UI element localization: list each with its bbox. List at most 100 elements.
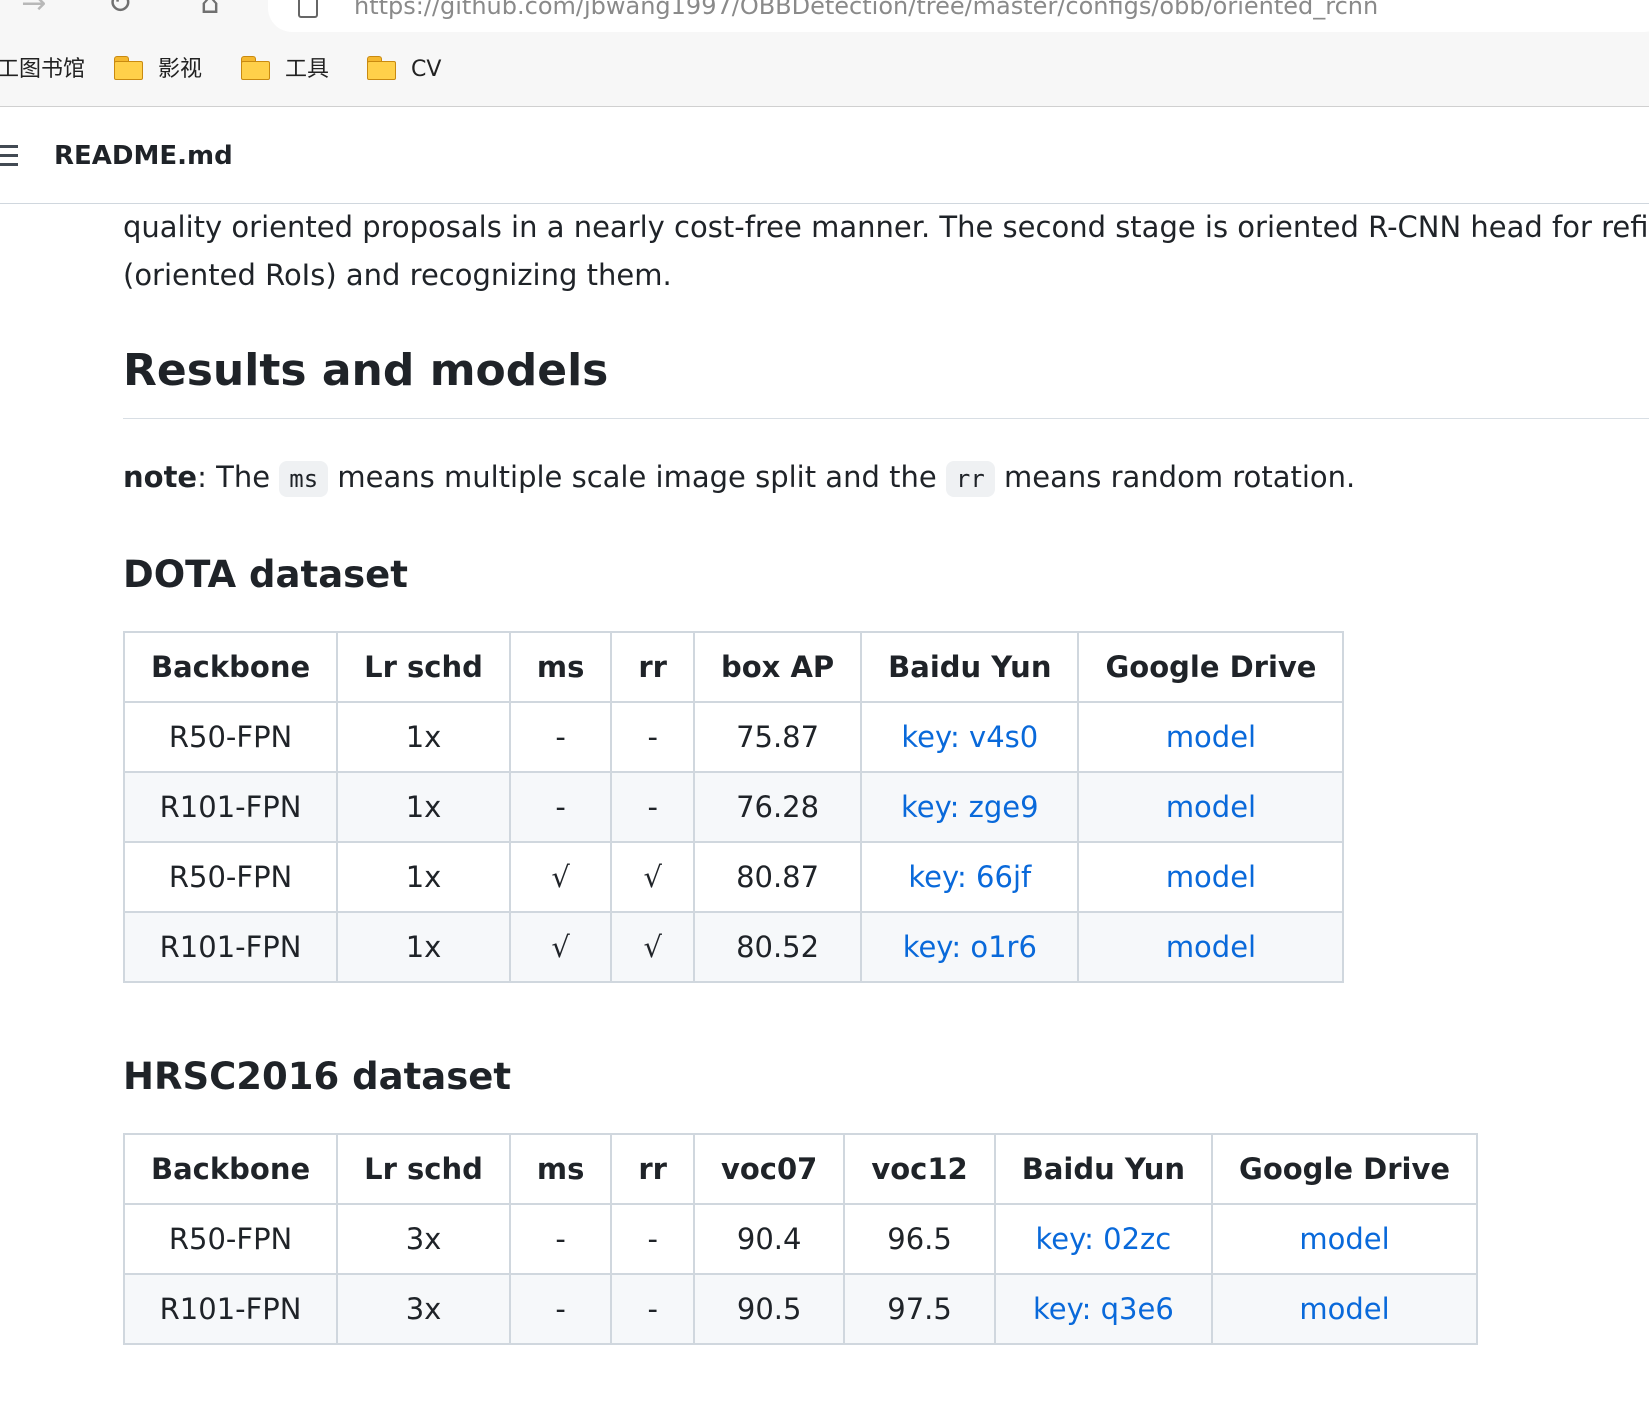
table-cell: key: v4s0 — [860, 701, 1080, 773]
column-header: Backbone — [122, 1133, 339, 1205]
hrsc-results-table: Backbone Lr schd ms rr voc07 voc12 Baidu Yun Go… — [122, 1133, 1479, 1345]
table-cell: R101-FPN — [122, 1273, 339, 1345]
folder-icon — [367, 56, 397, 80]
baidu-yun-link[interactable]: key: 66jf — [908, 860, 1031, 894]
column-header: rr — [610, 631, 695, 703]
table-cell: key: 02zc — [993, 1203, 1214, 1275]
table-header-row: Backbone Lr schd ms rr voc07 voc12 Baidu Yun Go… — [122, 1133, 1479, 1205]
google-drive-model-link[interactable]: model — [1166, 790, 1256, 824]
forward-arrow-icon[interactable]: → — [16, 0, 52, 22]
table-cell: √ — [508, 911, 613, 983]
table-cell: - — [508, 771, 613, 843]
table-cell: 90.5 — [692, 1273, 846, 1345]
table-row: R101-FPN 1x √ √ 80.52 key: o1r6 model — [122, 911, 1345, 983]
folder-icon — [114, 56, 144, 80]
inline-code-ms: ms — [279, 461, 329, 497]
table-cell: model — [1077, 771, 1345, 843]
browser-toolbar: → ↻ ⌂ https://github.com/jbwang1997/OBBD… — [0, 0, 1649, 107]
table-row: R50-FPN 3x - -90.4 96.5 key: 02zc model — [122, 1203, 1479, 1275]
table-cell: model — [1211, 1273, 1479, 1345]
bookmark-folder-video[interactable]: 影视 — [114, 48, 202, 92]
table-cell: 75.87 — [692, 701, 863, 773]
heading-divider — [123, 418, 1649, 419]
column-header: Google Drive — [1211, 1133, 1479, 1205]
table-cell: - — [508, 701, 613, 773]
table-row: R101-FPN 1x - -76.28 key: zge9 model — [122, 771, 1345, 843]
table-cell: 1x — [336, 771, 511, 843]
table-cell: R101-FPN — [122, 771, 339, 843]
bookmark-label: 影视 — [158, 57, 203, 82]
table-cell: 80.52 — [692, 911, 863, 983]
table-cell: 1x — [336, 701, 511, 773]
note-text: means random rotation. — [994, 460, 1356, 494]
table-cell: key: zge9 — [860, 771, 1080, 843]
column-header: Backbone — [122, 631, 339, 703]
note-paragraph: note: The ms means multiple scale image … — [123, 453, 1355, 503]
note-text: means multiple scale image split and the — [328, 460, 946, 494]
bookmark-label: 工具 — [285, 57, 330, 82]
table-cell: 90.4 — [692, 1203, 846, 1275]
address-bar[interactable]: https://github.com/jbwang1997/OBBDetecti… — [268, 0, 1649, 32]
page-info-icon[interactable] — [298, 0, 318, 18]
table-cell: model — [1077, 911, 1345, 983]
bookmark-item[interactable]: 工图书馆 — [0, 48, 85, 92]
column-header: voc07 — [692, 1133, 846, 1205]
intro-paragraph-line: quality oriented proposals in a nearly c… — [123, 210, 1649, 244]
table-cell: 97.5 — [843, 1273, 996, 1345]
column-header: Lr schd — [336, 631, 511, 703]
table-cell: 1x — [336, 911, 511, 983]
table-cell: model — [1077, 701, 1345, 773]
bookmark-label: CV — [411, 57, 442, 82]
file-name: README.md — [54, 141, 233, 171]
table-row: R50-FPN 1x √ √ 80.87 key: 66jf model — [122, 841, 1345, 913]
table-cell: - — [610, 1273, 695, 1345]
google-drive-model-link[interactable]: model — [1299, 1222, 1389, 1256]
baidu-yun-link[interactable]: key: q3e6 — [1033, 1292, 1174, 1326]
google-drive-model-link[interactable]: model — [1166, 860, 1256, 894]
column-header: ms — [508, 1133, 613, 1205]
column-header: ms — [508, 631, 613, 703]
address-url[interactable]: https://github.com/jbwang1997/OBBDetecti… — [354, 0, 1378, 20]
table-cell: √ — [610, 841, 695, 913]
column-header: box AP — [692, 631, 863, 703]
table-cell: - — [610, 771, 695, 843]
hrsc-heading: HRSC2016 dataset — [123, 1055, 512, 1098]
table-cell: 3x — [336, 1273, 511, 1345]
table-cell: 76.28 — [692, 771, 863, 843]
readme-content: quality oriented proposals in a nearly c… — [122, 203, 1649, 1345]
column-header: Baidu Yun — [993, 1133, 1214, 1205]
google-drive-model-link[interactable]: model — [1166, 930, 1256, 964]
note-label: note — [123, 460, 198, 494]
baidu-yun-link[interactable]: key: o1r6 — [903, 930, 1037, 964]
google-drive-model-link[interactable]: model — [1299, 1292, 1389, 1326]
bookmark-label: 工图书馆 — [0, 57, 86, 82]
table-cell: 1x — [336, 841, 511, 913]
column-header: rr — [610, 1133, 695, 1205]
table-of-contents-icon[interactable] — [0, 145, 18, 167]
table-row: R50-FPN 1x - -75.87 key: v4s0 model — [122, 701, 1345, 773]
bookmark-bar: 工图书馆 影视 工具 CV — [0, 48, 1649, 92]
results-heading: Results and models — [123, 345, 609, 396]
baidu-yun-link[interactable]: key: zge9 — [901, 790, 1039, 824]
column-header: Google Drive — [1077, 631, 1345, 703]
table-cell: √ — [508, 841, 613, 913]
bookmark-folder-cv[interactable]: CV — [367, 48, 441, 92]
reload-icon[interactable]: ↻ — [102, 0, 138, 22]
column-header: Lr schd — [336, 1133, 511, 1205]
baidu-yun-link[interactable]: key: 02zc — [1036, 1222, 1172, 1256]
google-drive-model-link[interactable]: model — [1166, 720, 1256, 754]
table-cell: model — [1077, 841, 1345, 913]
table-cell: √ — [610, 911, 695, 983]
table-row: R101-FPN 3x - -90.5 97.5 key: q3e6 model — [122, 1273, 1479, 1345]
column-header: voc12 — [843, 1133, 996, 1205]
table-cell: key: o1r6 — [860, 911, 1080, 983]
home-icon[interactable]: ⌂ — [192, 0, 228, 22]
table-cell: R50-FPN — [122, 1203, 339, 1275]
table-cell: R50-FPN — [122, 841, 339, 913]
table-cell: 3x — [336, 1203, 511, 1275]
baidu-yun-link[interactable]: key: v4s0 — [901, 720, 1038, 754]
folder-icon — [241, 56, 271, 80]
bookmark-folder-tools[interactable]: 工具 — [241, 48, 329, 92]
table-cell: R101-FPN — [122, 911, 339, 983]
file-header: README.md — [0, 107, 1649, 204]
